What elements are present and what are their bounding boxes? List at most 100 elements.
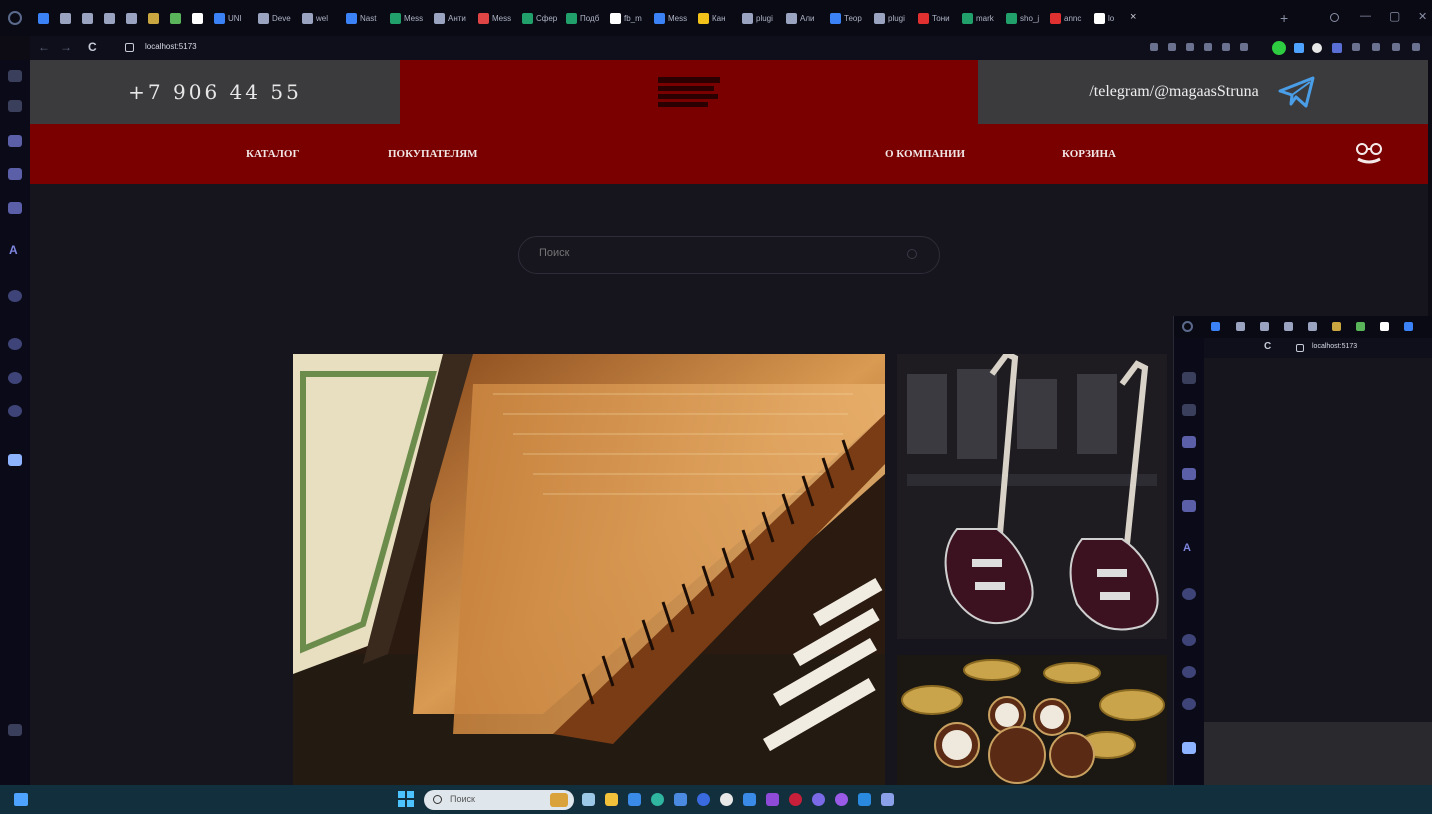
browser-tab[interactable]: mark	[962, 8, 994, 28]
site-info-icon[interactable]	[1296, 344, 1304, 352]
browser-tab[interactable]: sho_j	[1006, 8, 1039, 28]
url-text[interactable]: localhost:5173	[145, 42, 197, 51]
browser-tab[interactable]: Анти	[434, 8, 466, 28]
tab-icon[interactable]	[1236, 322, 1245, 331]
forward-button[interactable]: →	[60, 40, 72, 54]
browser-tab[interactable]	[148, 8, 159, 28]
extension-icon[interactable]	[1222, 43, 1230, 51]
sidebar-app-icon[interactable]	[8, 135, 22, 147]
sidebar-app-icon[interactable]	[8, 100, 22, 112]
extension-icon[interactable]	[1150, 43, 1158, 51]
task-view-icon[interactable]	[582, 793, 595, 806]
extension-icon[interactable]	[1240, 43, 1248, 51]
vscode-icon[interactable]	[858, 793, 871, 806]
tab-icon[interactable]	[1356, 322, 1365, 331]
app-icon[interactable]	[881, 793, 894, 806]
nav-cart[interactable]: КОРЗИНА	[1062, 124, 1116, 184]
account-glasses-icon[interactable]	[1354, 142, 1384, 166]
browser-tab[interactable]	[170, 8, 181, 28]
chrome-icon[interactable]	[720, 793, 733, 806]
nav-catalog[interactable]: КАТАЛОГ	[246, 124, 299, 184]
browser-tab[interactable]: Подб	[566, 8, 599, 28]
extension-icon[interactable]	[1168, 43, 1176, 51]
maximize-button[interactable]: ▢	[1389, 9, 1400, 23]
store-icon[interactable]	[628, 793, 641, 806]
app-icon[interactable]	[812, 793, 825, 806]
browser-tab[interactable]: Тони	[918, 8, 950, 28]
browser-tab[interactable]	[192, 8, 203, 28]
sidebar-app-icon[interactable]	[1182, 666, 1196, 678]
browser-tab[interactable]: Nast	[346, 8, 376, 28]
tab-search-icon[interactable]	[1330, 13, 1339, 22]
search-bar[interactable]	[518, 236, 940, 274]
extension-icon[interactable]	[1186, 43, 1194, 51]
header-logo-area[interactable]	[400, 60, 978, 124]
sidebar-a-icon[interactable]: A	[1183, 542, 1191, 554]
browser-tab[interactable]: Mess	[654, 8, 687, 28]
sidebar-app-icon[interactable]	[1182, 468, 1196, 480]
sidebar-app-icon[interactable]	[1182, 634, 1196, 646]
browser-tab[interactable]: fb_m	[610, 8, 642, 28]
sidebar-a-icon[interactable]: A	[9, 243, 18, 257]
new-tab-button[interactable]: +	[1280, 10, 1288, 26]
sidebar-app-icon[interactable]	[8, 454, 22, 466]
browser-tab[interactable]: Али	[786, 8, 814, 28]
tab-icon[interactable]	[1284, 322, 1293, 331]
close-window-button[interactable]: ✕	[1418, 10, 1427, 23]
browser-tab[interactable]: Сфер	[522, 8, 557, 28]
browser-tab[interactable]	[82, 8, 93, 28]
sidebar-app-icon[interactable]	[1182, 742, 1196, 754]
extension-icon[interactable]	[1352, 43, 1360, 51]
start-button[interactable]	[398, 791, 414, 807]
secondary-browser-window[interactable]: C localhost:5173 A	[1173, 316, 1432, 814]
nav-buyers[interactable]: ПОКУПАТЕЛЯМ	[388, 124, 478, 184]
search-icon[interactable]	[907, 249, 917, 259]
minimize-button[interactable]: —	[1360, 10, 1371, 22]
site-info-icon[interactable]	[125, 43, 134, 52]
browser-logo-icon[interactable]	[8, 11, 22, 25]
extension-blue-icon[interactable]	[1294, 43, 1304, 53]
app-icon[interactable]	[835, 793, 848, 806]
close-tab-icon[interactable]: ×	[1130, 11, 1136, 23]
sidebar-app-icon[interactable]	[8, 202, 22, 214]
tab-icon[interactable]	[1404, 322, 1413, 331]
nav-company[interactable]: О КОМПАНИИ	[885, 124, 965, 184]
extension-icon[interactable]	[1392, 43, 1400, 51]
browser-tab[interactable]: plugi	[874, 8, 905, 28]
browser-tab[interactable]	[126, 8, 137, 28]
browser-tab[interactable]: Кан	[698, 8, 726, 28]
reload-button[interactable]: C	[1264, 341, 1271, 352]
onenote-icon[interactable]	[766, 793, 779, 806]
sidebar-app-icon[interactable]	[8, 405, 22, 417]
extension-icon[interactable]	[1204, 43, 1212, 51]
widgets-icon[interactable]	[14, 793, 28, 806]
sidebar-app-icon[interactable]	[8, 290, 22, 302]
browser-tab[interactable]: lo	[1094, 8, 1114, 28]
sidebar-app-icon[interactable]	[8, 70, 22, 82]
extension-icon[interactable]	[1372, 43, 1380, 51]
browser-tab[interactable]: annc	[1050, 8, 1081, 28]
sidebar-app-icon[interactable]	[1182, 404, 1196, 416]
sidebar-app-icon[interactable]	[1182, 588, 1196, 600]
profile-green-icon[interactable]	[1272, 41, 1286, 55]
search-input[interactable]	[539, 247, 899, 259]
electric-guitars-image[interactable]	[897, 354, 1167, 639]
header-telegram[interactable]: /telegram/@magaasStruna	[978, 60, 1428, 124]
drum-kit-image[interactable]	[897, 655, 1167, 785]
sidebar-app-icon[interactable]	[8, 338, 22, 350]
sidebar-app-icon[interactable]	[1182, 372, 1196, 384]
browser-tab[interactable]: Deve	[258, 8, 291, 28]
sidebar-settings-icon[interactable]	[8, 724, 22, 736]
browser-tab[interactable]	[60, 8, 71, 28]
mail-icon[interactable]	[674, 793, 687, 806]
harpsichord-image[interactable]	[293, 354, 885, 785]
extension-white-icon[interactable]	[1312, 43, 1322, 53]
extension-icon[interactable]	[1412, 43, 1420, 51]
browser-tab[interactable]: Mess	[390, 8, 423, 28]
edge-icon[interactable]	[651, 793, 664, 806]
reload-button[interactable]: C	[88, 40, 97, 54]
browser-tab[interactable]	[38, 8, 49, 28]
browser-tab[interactable]: Теор	[830, 8, 862, 28]
browser-tab[interactable]: UNI	[214, 8, 242, 28]
back-button[interactable]: ←	[38, 40, 50, 54]
